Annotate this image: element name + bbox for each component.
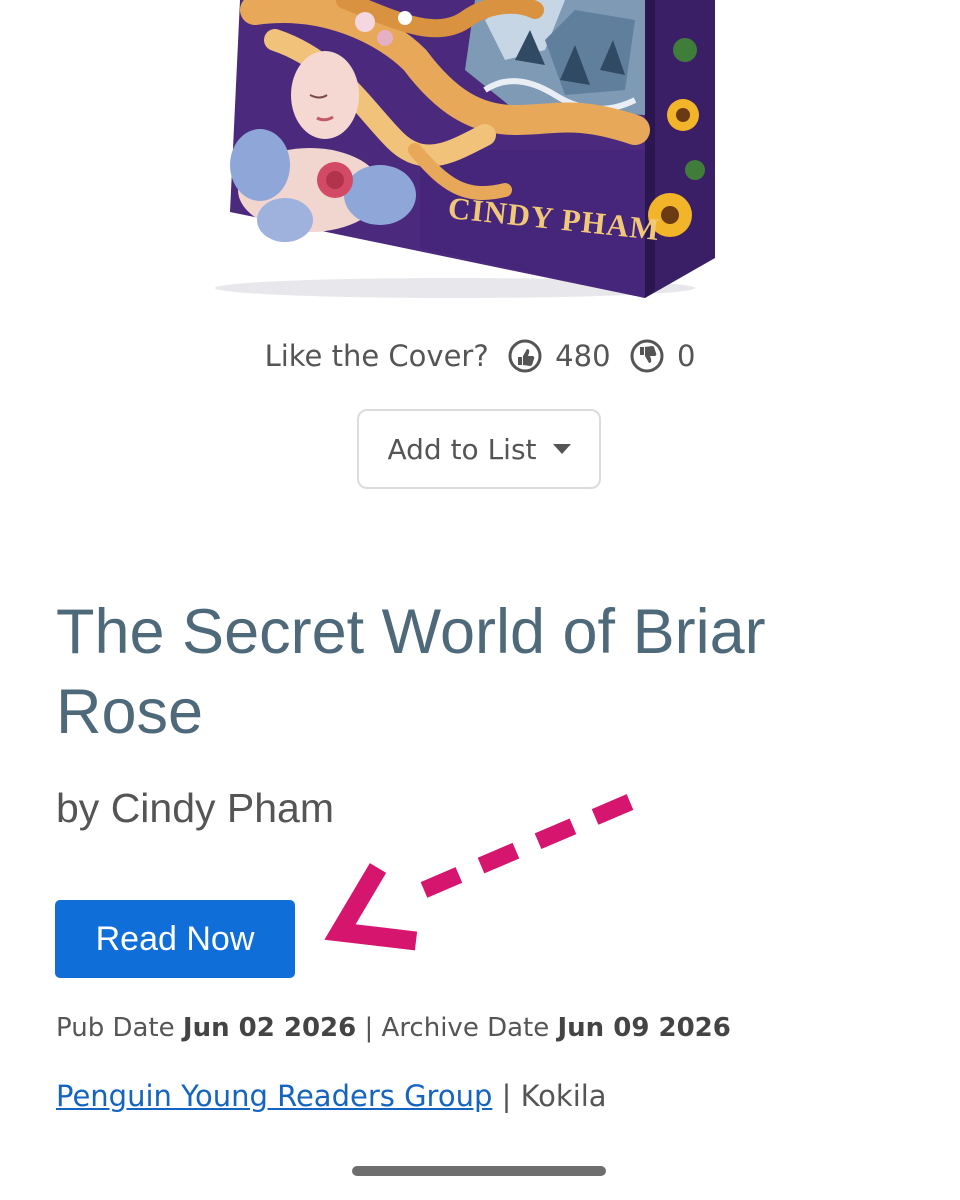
read-now-button[interactable]: Read Now bbox=[55, 900, 295, 978]
like-count: 480 bbox=[555, 339, 611, 373]
publisher-separator: | bbox=[501, 1079, 512, 1113]
book-author: by Cindy Pham bbox=[56, 785, 335, 831]
cover-feedback: Like the Cover? 480 0 bbox=[0, 332, 960, 378]
archive-date-value: Jun 09 2026 bbox=[557, 1013, 731, 1043]
imprint-name: Kokila bbox=[520, 1079, 607, 1113]
cover-feedback-prompt: Like the Cover? bbox=[264, 339, 489, 373]
caret-down-icon bbox=[552, 444, 571, 454]
add-to-list-label: Add to List bbox=[387, 432, 537, 466]
book-cover bbox=[215, 0, 725, 305]
home-indicator bbox=[352, 1166, 606, 1176]
book-title: The Secret World of Briar Rose bbox=[56, 597, 766, 747]
thumbs-down-icon[interactable] bbox=[630, 339, 664, 373]
publisher-link[interactable]: Penguin Young Readers Group bbox=[56, 1079, 492, 1113]
dislike-count: 0 bbox=[676, 339, 696, 373]
read-now-label: Read Now bbox=[95, 919, 255, 958]
add-to-list-button[interactable]: Add to List bbox=[357, 409, 601, 489]
pub-date-label: Pub Date bbox=[56, 1013, 175, 1043]
dates-separator: | bbox=[364, 1013, 374, 1043]
publisher-info: Penguin Young Readers Group | Kokila bbox=[56, 1076, 607, 1116]
publication-dates: Pub Date Jun 02 2026 | Archive Date Jun … bbox=[56, 1010, 731, 1046]
thumbs-up-icon[interactable] bbox=[508, 339, 542, 373]
archive-date-label: Archive Date bbox=[381, 1013, 550, 1043]
pub-date-value: Jun 02 2026 bbox=[182, 1013, 357, 1043]
